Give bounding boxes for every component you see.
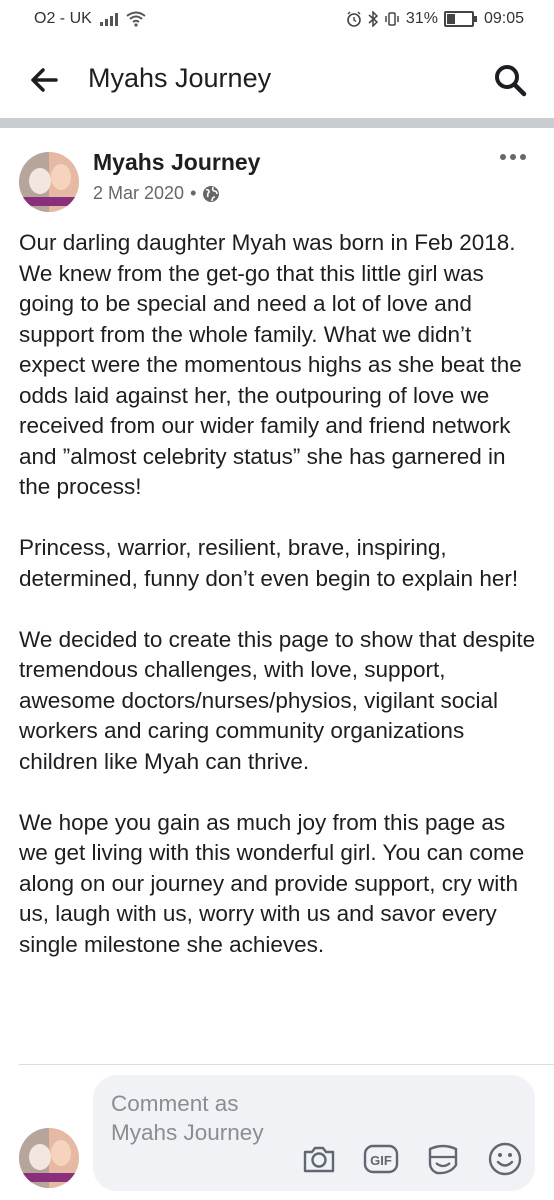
page-title: Myahs Journey [88, 63, 272, 93]
vibrate-icon [385, 12, 399, 26]
status-right: 31% 09:05 [346, 10, 524, 28]
gif-label: GIF [370, 1153, 392, 1168]
more-options-button[interactable] [500, 154, 526, 160]
comment-placeholder: Comment as Myahs Journey [111, 1091, 264, 1145]
post-paragraph: Our darling daughter Myah was born in Fe… [19, 230, 522, 499]
post-paragraph: We decided to create this page to show t… [19, 626, 536, 774]
author-avatar[interactable] [19, 152, 79, 212]
comment-input[interactable]: Comment as Myahs Journey GIF [93, 1075, 535, 1191]
post-author-name[interactable]: Myahs Journey [93, 149, 260, 176]
search-icon[interactable] [492, 62, 528, 98]
battery-percent: 31% [405, 10, 438, 27]
post-paragraph: Princess, warrior, resilient, brave, ins… [19, 535, 519, 591]
post-date[interactable]: 2 Mar 2020 [93, 183, 184, 204]
status-bar: O2 - UK 31% 09:05 [0, 0, 554, 40]
bluetooth-icon [368, 11, 378, 27]
clock: 09:05 [483, 10, 524, 27]
app-header: Myahs Journey [0, 40, 554, 120]
alarm-icon [347, 11, 361, 27]
camera-icon[interactable] [301, 1141, 337, 1177]
post-divider [19, 1064, 554, 1065]
battery-icon [443, 11, 477, 27]
back-arrow-icon[interactable] [28, 64, 60, 96]
wifi-icon [126, 11, 146, 27]
status-left: O2 - UK [34, 10, 146, 28]
globe-icon [203, 185, 220, 202]
gif-icon[interactable]: GIF [363, 1141, 399, 1177]
sticker-icon[interactable] [425, 1141, 461, 1177]
post-paragraph: We hope you gain as much joy from this p… [19, 809, 525, 957]
carrier-label: O2 - UK [34, 10, 92, 27]
commenter-avatar [19, 1128, 79, 1188]
meta-separator: • [190, 183, 197, 203]
post-meta: 2 Mar 2020 • [93, 183, 220, 204]
header-divider [0, 118, 554, 128]
post-text: Our darling daughter Myah was born in Fe… [19, 228, 539, 991]
emoji-icon[interactable] [487, 1141, 523, 1177]
signal-icon [99, 12, 118, 26]
